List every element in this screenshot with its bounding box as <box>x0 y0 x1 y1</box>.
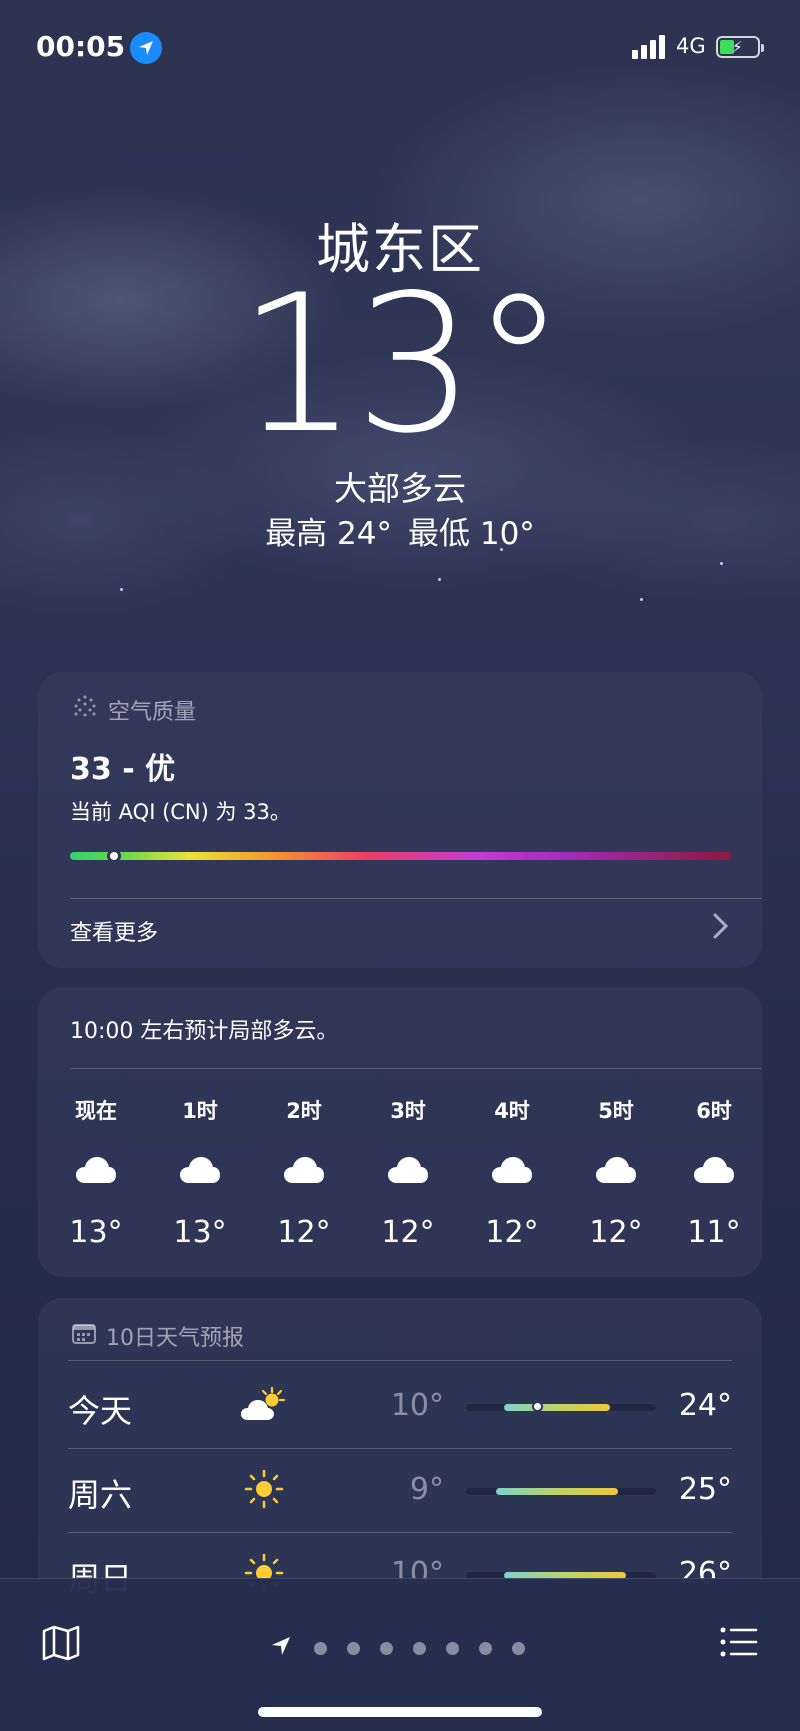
bottom-toolbar <box>0 1578 800 1731</box>
air-quality-title: 空气质量 <box>108 700 197 725</box>
low-temp: 最低 10° <box>408 516 535 552</box>
hour-column: 现在 13° <box>56 1095 136 1250</box>
air-quality-header: 空气质量 <box>72 694 196 726</box>
temp-range-fill <box>496 1488 618 1495</box>
hour-temp: 12° <box>589 1215 643 1250</box>
air-quality-card[interactable]: 空气质量 33 - 优 当前 AQI (CN) 为 33。 查看更多 <box>38 672 762 968</box>
current-temperature: 13° <box>237 254 567 475</box>
see-more-link[interactable]: 查看更多 <box>70 915 158 947</box>
temp-range-fill <box>504 1404 611 1411</box>
hour-temp: 11° <box>687 1215 741 1250</box>
cloud-icon <box>693 1155 735 1185</box>
calendar-icon <box>72 1322 96 1350</box>
daily-forecast-title: 10日天气预报 <box>106 1326 244 1351</box>
hour-column: 5时 12° <box>576 1095 656 1250</box>
hourly-divider <box>70 1068 762 1069</box>
signal-icon <box>632 35 666 59</box>
day-low: 10° <box>390 1388 444 1423</box>
day-low: 9° <box>409 1472 444 1507</box>
list-icon[interactable] <box>720 1627 758 1661</box>
status-time: 00:05 <box>36 30 126 63</box>
page-dot[interactable] <box>479 1641 492 1655</box>
hourly-forecast-card[interactable]: 10:00 左右预计局部多云。 现在 13° 1时 13° 2时 12° 3时 12° 4时 12… <box>38 987 762 1277</box>
current-temp-dot <box>532 1401 543 1412</box>
air-quality-icon <box>72 694 98 726</box>
hour-column: 1时 13° <box>160 1095 240 1250</box>
cloud-icon <box>179 1155 221 1185</box>
chevron-right-icon[interactable] <box>712 912 730 944</box>
daily-forecast-header: 10日天气预报 <box>72 1320 244 1352</box>
cloud-icon <box>283 1155 325 1185</box>
aqi-scale-bar <box>70 852 732 860</box>
daily-divider <box>68 1360 732 1361</box>
daily-row[interactable]: 周六 9° 25° <box>68 1448 732 1532</box>
hour-label: 5时 <box>598 1099 634 1123</box>
day-name: 周六 <box>68 1476 133 1514</box>
sun-icon <box>240 1468 288 1510</box>
day-high: 25° <box>678 1472 732 1507</box>
hour-temp: 12° <box>277 1215 331 1250</box>
hour-column: 4时 12° <box>472 1095 552 1250</box>
map-icon[interactable] <box>42 1625 80 1665</box>
star <box>720 562 723 565</box>
hourly-summary: 10:00 左右预计局部多云。 <box>70 1019 339 1044</box>
page-dot[interactable] <box>512 1641 525 1655</box>
cloud-icon <box>491 1155 533 1185</box>
current-condition: 大部多云 <box>334 469 466 508</box>
hour-temp: 13° <box>69 1215 123 1250</box>
aqi-marker <box>106 849 121 863</box>
page-dot[interactable] <box>380 1641 393 1655</box>
hour-column: 2时 12° <box>264 1095 344 1250</box>
hour-column: 3时 12° <box>368 1095 448 1250</box>
high-temp: 最高 24° <box>265 516 392 552</box>
day-high: 24° <box>678 1388 732 1423</box>
aqi-description: 当前 AQI (CN) 为 33。 <box>70 800 291 824</box>
star <box>438 578 441 581</box>
star <box>640 598 643 601</box>
temp-range-track <box>466 1488 656 1495</box>
hour-label: 4时 <box>494 1099 530 1123</box>
page-dot[interactable] <box>314 1641 327 1655</box>
partly-sunny-icon <box>240 1384 288 1426</box>
daily-row[interactable]: 今天 10° 24° <box>68 1364 732 1448</box>
home-indicator[interactable] <box>258 1707 542 1717</box>
hour-label: 6时 <box>696 1099 732 1123</box>
high-low: 最高 24° 最低 10° <box>0 508 800 553</box>
day-name: 今天 <box>68 1392 133 1430</box>
hour-label: 3时 <box>390 1099 426 1123</box>
cloud-icon <box>595 1155 637 1185</box>
hour-label: 现在 <box>75 1099 117 1123</box>
page-dot[interactable] <box>413 1641 426 1655</box>
location-page-icon[interactable] <box>270 1635 292 1661</box>
hour-temp: 12° <box>485 1215 539 1250</box>
page-dot[interactable] <box>347 1641 360 1655</box>
battery-icon: ⚡ <box>716 36 764 58</box>
temp-range-track <box>466 1401 656 1412</box>
aqi-divider <box>70 898 762 899</box>
page-indicator[interactable] <box>270 1635 535 1661</box>
location-arrow-icon <box>130 32 162 64</box>
cloud-icon <box>75 1155 117 1185</box>
hour-temp: 12° <box>381 1215 435 1250</box>
page-dot[interactable] <box>446 1641 459 1655</box>
hour-temp: 13° <box>173 1215 227 1250</box>
network-type: 4G <box>676 34 706 58</box>
hour-label: 1时 <box>182 1099 218 1123</box>
aqi-value: 33 - 优 <box>70 752 176 787</box>
cloud-icon <box>387 1155 429 1185</box>
star <box>120 588 123 591</box>
hour-label: 2时 <box>286 1099 322 1123</box>
hour-column: 6时 11° <box>674 1095 754 1250</box>
status-bar: 00:05 4G ⚡ <box>0 0 800 100</box>
